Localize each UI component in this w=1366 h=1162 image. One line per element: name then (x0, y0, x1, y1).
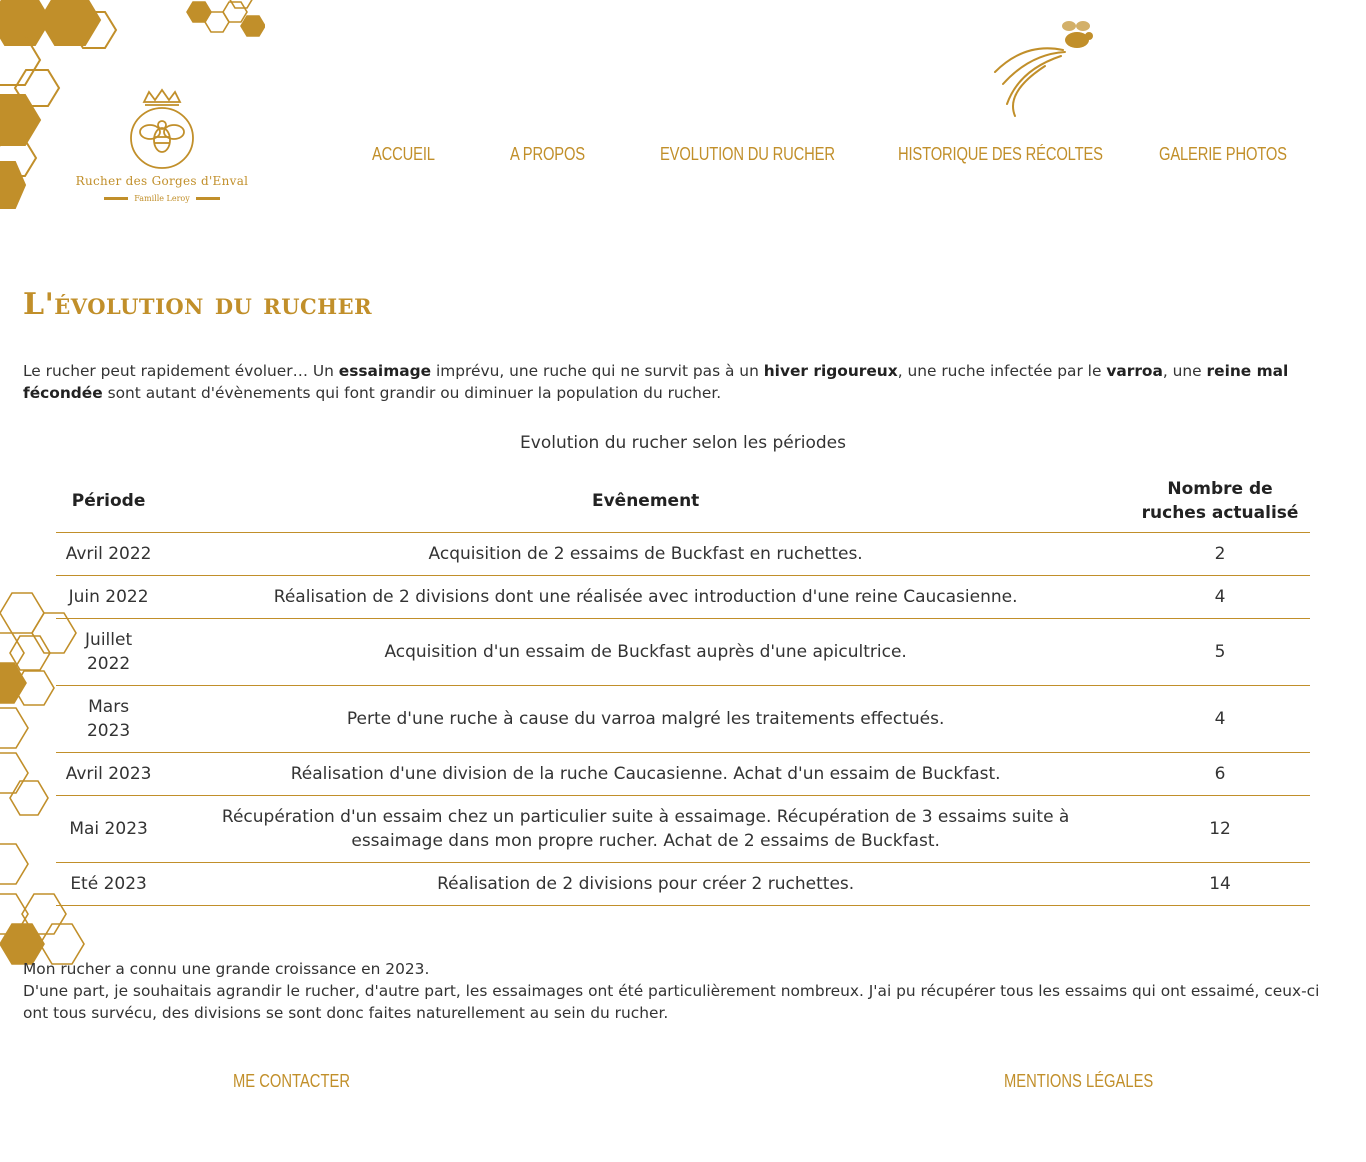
intro-text-1: Le rucher peut rapidement évoluer… Un (23, 362, 339, 380)
column-header-evenement: Evênement (161, 470, 1131, 533)
intro-text-3: , une ruche infectée par le (897, 362, 1107, 380)
cell-nombre: 12 (1130, 795, 1310, 863)
cell-evenement: Acquisition d'un essaim de Buckfast aupr… (161, 618, 1131, 686)
intro-text-4: , une (1162, 362, 1207, 380)
cell-periode: Mai 2023 (56, 795, 162, 863)
nav-item-evolution-du-rucher[interactable]: EVOLUTION DU RUCHER (660, 144, 835, 165)
bee-flight-decoration (994, 21, 1093, 117)
cell-periode: Mars 2023 (56, 685, 162, 753)
table-caption: Evolution du rucher selon les périodes (520, 433, 846, 453)
logo-rule-right (195, 197, 220, 200)
cell-evenement: Réalisation d'une division de la ruche C… (161, 752, 1131, 796)
page-title: L'évolution du rucher (23, 287, 373, 322)
cell-evenement: Réalisation de 2 divisions dont une réal… (161, 575, 1131, 619)
footer-link-contact[interactable]: ME CONTACTER (233, 1071, 350, 1092)
cell-evenement: Récupération d'un essaim chez un particu… (161, 795, 1131, 863)
logo-subtitle-text: Famille Leroy (134, 194, 190, 203)
table-header-row: Période Evênement Nombre de ruches actua… (56, 470, 1310, 533)
cell-periode: Avril 2022 (56, 532, 162, 576)
table-row: Avril 2022 Acquisition de 2 essaims de B… (56, 532, 1310, 576)
cell-periode: Juillet 2022 (56, 618, 162, 686)
outro-paragraph: Mon rucher a connu une grande croissance… (23, 958, 1348, 1024)
cell-nombre: 14 (1130, 862, 1310, 906)
cell-nombre: 4 (1130, 685, 1310, 753)
nav-item-a-propos[interactable]: A PROPOS (510, 144, 585, 165)
column-header-nombre-ruches: Nombre de ruches actualisé (1130, 470, 1310, 533)
intro-highlight-hiver: hiver rigoureux (763, 362, 898, 380)
table-row: Mars 2023 Perte d'une ruche à cause du v… (56, 685, 1310, 753)
outro-line-2: D'une part, je souhaitais agrandir le ru… (23, 982, 1320, 1022)
intro-text-2: imprévu, une ruche qui ne survit pas à u… (431, 362, 764, 380)
cell-periode: Eté 2023 (56, 862, 162, 906)
cell-periode: Juin 2022 (56, 575, 162, 619)
cell-nombre: 6 (1130, 752, 1310, 796)
table-row: Avril 2023 Réalisation d'une division de… (56, 752, 1310, 796)
intro-text-5: sont autant d'évènements qui font grandi… (102, 384, 722, 402)
cell-nombre: 5 (1130, 618, 1310, 686)
nav-item-accueil[interactable]: ACCUEIL (372, 144, 435, 165)
cell-nombre: 2 (1130, 532, 1310, 576)
bee-crown-emblem-icon (130, 88, 194, 169)
intro-highlight-essaimage: essaimage (338, 362, 432, 380)
honeycomb-decoration-top (186, 0, 265, 37)
outro-line-1: Mon rucher a connu une grande croissance… (23, 960, 430, 978)
table-row: Juin 2022 Réalisation de 2 divisions don… (56, 575, 1310, 619)
cell-evenement: Acquisition de 2 essaims de Buckfast en … (161, 532, 1131, 576)
table-row: Eté 2023 Réalisation de 2 divisions pour… (56, 862, 1310, 906)
footer-link-mentions-legales[interactable]: MENTIONS LÉGALES (1004, 1071, 1153, 1092)
nav-item-historique-des-recoltes[interactable]: HISTORIQUE DES RÉCOLTES (898, 144, 1103, 165)
logo-rule-left (104, 197, 129, 200)
intro-paragraph: Le rucher peut rapidement évoluer… Un es… (23, 360, 1348, 404)
table-row: Mai 2023 Récupération d'un essaim chez u… (56, 795, 1310, 863)
cell-nombre: 4 (1130, 575, 1310, 619)
column-header-periode: Période (56, 470, 162, 533)
cell-evenement: Perte d'une ruche à cause du varroa malg… (161, 685, 1131, 753)
intro-highlight-varroa: varroa (1106, 362, 1163, 380)
cell-periode: Avril 2023 (56, 752, 162, 796)
logo-title: Rucher des Gorges d'Enval (75, 174, 249, 188)
table-row: Juillet 2022 Acquisition d'un essaim de … (56, 618, 1310, 686)
nav-item-galerie-photos[interactable]: GALERIE PHOTOS (1159, 144, 1287, 165)
cell-evenement: Réalisation de 2 divisions pour créer 2 … (161, 862, 1131, 906)
evolution-table: Période Evênement Nombre de ruches actua… (56, 470, 1310, 906)
site-logo[interactable]: Rucher des Gorges d'Enval Famille Leroy (72, 88, 252, 228)
logo-subtitle: Famille Leroy (72, 194, 252, 203)
